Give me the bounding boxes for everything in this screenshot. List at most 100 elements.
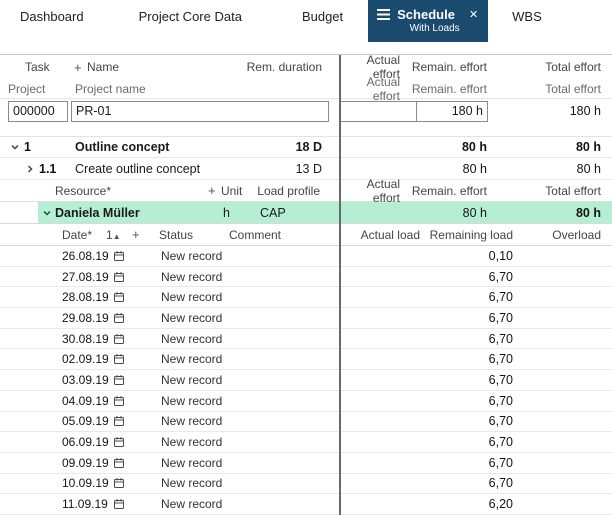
calendar-icon[interactable]: [113, 395, 126, 407]
tab-schedule-label: Schedule: [397, 7, 455, 22]
remaining-load-cell[interactable]: 6,70: [420, 352, 513, 366]
add-resource-button[interactable]: +: [208, 183, 221, 198]
menu-icon[interactable]: [377, 9, 390, 20]
remaining-load-cell[interactable]: 6,70: [420, 414, 513, 428]
date-cell[interactable]: 30.08.19: [62, 332, 112, 346]
calendar-icon[interactable]: [113, 312, 126, 324]
status-cell: New record: [161, 435, 231, 449]
task-remain-effort: 80 h: [400, 140, 487, 154]
col-rem-duration: Rem. duration: [247, 60, 340, 74]
tab-budget[interactable]: Budget: [302, 0, 343, 42]
close-icon[interactable]: ✕: [469, 8, 478, 21]
chevron-right-icon[interactable]: [25, 164, 37, 174]
date-cell[interactable]: 26.08.19: [62, 249, 112, 263]
calendar-icon[interactable]: [113, 250, 126, 262]
schedule-table: Task + Name Rem. duration Actual effort …: [0, 54, 612, 515]
project-remain-effort-input[interactable]: 180 h: [416, 101, 488, 122]
load-row: 26.08.19 New record 0,10: [0, 246, 612, 267]
date-cell[interactable]: 04.09.19: [62, 394, 112, 408]
resource-total-effort: 80 h: [487, 206, 601, 220]
date-cell[interactable]: 27.08.19: [62, 270, 112, 284]
task-name[interactable]: Outline concept: [75, 140, 296, 154]
calendar-icon[interactable]: [113, 333, 126, 345]
date-cell[interactable]: 10.09.19: [62, 476, 112, 490]
load-row: 28.08.19 New record 6,70: [0, 287, 612, 308]
date-cell[interactable]: 02.09.19: [62, 352, 112, 366]
project-actual-effort-input[interactable]: [340, 101, 417, 122]
calendar-icon[interactable]: [113, 457, 126, 469]
task-remain-effort: 80 h: [400, 162, 487, 176]
task-rem-duration: 13 D: [296, 162, 340, 176]
remaining-load-cell[interactable]: 6,70: [420, 270, 513, 284]
tab-dashboard[interactable]: Dashboard: [20, 0, 84, 42]
status-cell: New record: [161, 332, 231, 346]
remaining-load-cell[interactable]: 6,70: [420, 456, 513, 470]
load-row: 27.08.19 New record 6,70: [0, 267, 612, 288]
chevron-down-icon[interactable]: [10, 142, 22, 152]
load-row: 06.09.19 New record 6,70: [0, 432, 612, 453]
col-project-name: Project name: [75, 82, 340, 96]
calendar-icon[interactable]: [113, 436, 126, 448]
col-unit: Unit: [221, 184, 242, 198]
remaining-load-cell[interactable]: 6,70: [420, 435, 513, 449]
calendar-icon[interactable]: [113, 477, 126, 489]
calendar-icon[interactable]: [113, 415, 126, 427]
task-name[interactable]: Create outline concept: [75, 162, 296, 176]
tab-project-core-data[interactable]: Project Core Data: [139, 0, 242, 42]
remaining-load-cell[interactable]: 6,70: [420, 394, 513, 408]
tab-schedule[interactable]: Schedule ✕ With Loads: [368, 0, 488, 42]
load-row: 02.09.19 New record 6,70: [0, 349, 612, 370]
col-comment: Comment: [229, 228, 340, 242]
resource-row[interactable]: Daniela Müller h CAP 80 h 80 h: [0, 202, 612, 224]
project-row: 000000 PR-01 180 h 180 h: [0, 99, 612, 123]
section-gap: [0, 123, 612, 136]
schedule-page: Dashboard Project Core Data Budget Sched…: [0, 0, 612, 515]
project-subheader: Project Project name Actual effort Remai…: [0, 79, 612, 99]
task-total-effort: 80 h: [487, 140, 601, 154]
task-row: 1.1 Create outline concept 13 D 80 h 80 …: [0, 158, 612, 180]
tab-bar: Dashboard Project Core Data Budget Sched…: [0, 0, 612, 42]
load-row: 30.08.19 New record 6,70: [0, 329, 612, 350]
remaining-load-cell[interactable]: 6,20: [420, 497, 513, 511]
calendar-icon[interactable]: [113, 291, 126, 303]
remaining-load-cell[interactable]: 6,70: [420, 311, 513, 325]
date-cell[interactable]: 09.09.19: [62, 456, 112, 470]
status-cell: New record: [161, 497, 231, 511]
calendar-icon[interactable]: [113, 498, 126, 510]
col-total-effort: Total effort: [487, 60, 601, 74]
status-cell: New record: [161, 476, 231, 490]
date-cell[interactable]: 06.09.19: [62, 435, 112, 449]
column-divider[interactable]: [339, 55, 341, 515]
date-cell[interactable]: 05.09.19: [62, 414, 112, 428]
remaining-load-cell[interactable]: 6,70: [420, 373, 513, 387]
chevron-down-icon[interactable]: [42, 208, 54, 218]
remaining-load-cell[interactable]: 6,70: [420, 332, 513, 346]
project-name-input[interactable]: PR-01: [71, 101, 329, 122]
resource-unit: h: [223, 206, 260, 220]
status-cell: New record: [161, 290, 231, 304]
date-cell[interactable]: 03.09.19: [62, 373, 112, 387]
col-load-profile: Load profile: [257, 184, 340, 198]
remaining-load-cell[interactable]: 0,10: [420, 249, 513, 263]
calendar-icon[interactable]: [113, 353, 126, 365]
calendar-icon[interactable]: [113, 271, 126, 283]
col-task: Task: [25, 60, 74, 74]
date-cell[interactable]: 11.09.19: [62, 497, 112, 511]
project-number-input[interactable]: 000000: [8, 101, 68, 122]
add-task-button[interactable]: +: [74, 60, 87, 75]
calendar-icon[interactable]: [113, 374, 126, 386]
add-date-button[interactable]: +: [132, 227, 145, 242]
load-row: 11.09.19 New record 6,20: [0, 494, 612, 515]
col-total-effort-res: Total effort: [487, 184, 601, 198]
date-cell[interactable]: 29.08.19: [62, 311, 112, 325]
status-cell: New record: [161, 394, 231, 408]
tab-wbs[interactable]: WBS: [512, 0, 542, 42]
remaining-load-cell[interactable]: 6,70: [420, 290, 513, 304]
load-row: 10.09.19 New record 6,70: [0, 474, 612, 495]
resource-name[interactable]: Daniela Müller: [55, 206, 223, 220]
col-overload: Overload: [513, 228, 601, 242]
sort-indicator[interactable]: 1▲: [106, 228, 132, 242]
date-cell[interactable]: 28.08.19: [62, 290, 112, 304]
resource-table-header: Resource* + Unit Load profile Actual eff…: [0, 180, 612, 202]
remaining-load-cell[interactable]: 6,70: [420, 476, 513, 490]
